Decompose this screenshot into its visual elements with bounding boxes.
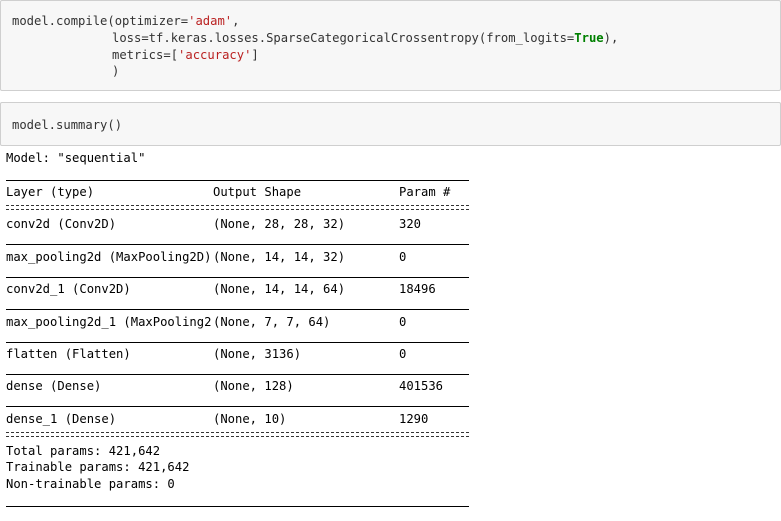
summary-code-line: model.summary() — [12, 117, 122, 133]
row-rule — [6, 374, 469, 375]
table-top-rule — [6, 180, 469, 181]
table-row-layer: conv2d_1 (Conv2D) — [6, 282, 131, 296]
compile-line-3-suffix: ] — [251, 48, 259, 62]
table-bottom-rule — [6, 506, 469, 507]
header-output-shape: Output Shape — [213, 185, 302, 199]
compile-metrics-value: 'accuracy' — [178, 48, 252, 62]
row-rule — [6, 342, 469, 343]
table-row-params: 1290 — [399, 412, 429, 426]
table-row-layer: max_pooling2d_1 (MaxPooling2 — [6, 315, 212, 329]
model-name-line: Model: "sequential" — [6, 151, 146, 165]
compile-line-2-suffix: ), — [603, 31, 619, 45]
table-row-shape: (None, 128) — [213, 379, 294, 393]
summary-code-cell[interactable]: model.summary() — [0, 102, 781, 146]
header-layer: Layer (type) — [6, 185, 95, 199]
compile-line-1-suffix: , — [232, 14, 240, 28]
table-row-params: 18496 — [399, 282, 436, 296]
compile-loss-prefix: loss=tf.keras.losses.SparseCategoricalCr… — [112, 31, 575, 45]
row-rule — [6, 244, 469, 245]
trainable-params: Trainable params: 421,642 — [6, 460, 190, 474]
table-row-shape: (None, 14, 14, 32) — [213, 250, 346, 264]
table-row-shape: (None, 3136) — [213, 347, 302, 361]
header-double-rule — [6, 205, 469, 210]
compile-metrics-prefix: metrics=[ — [112, 48, 179, 62]
compile-optimizer-value: 'adam' — [188, 14, 233, 28]
table-row-params: 0 — [399, 347, 407, 361]
compile-line-3: metrics=['accuracy'] — [112, 47, 259, 63]
header-params: Param # — [399, 185, 451, 199]
table-row-layer: dense (Dense) — [6, 379, 102, 393]
summary-call: model.summary — [12, 118, 108, 132]
table-row-layer: conv2d (Conv2D) — [6, 217, 117, 231]
compile-from-logits-value: True — [574, 31, 604, 45]
table-row-shape: (None, 7, 7, 64) — [213, 315, 331, 329]
table-row-shape: (None, 10) — [213, 412, 287, 426]
table-row-shape: (None, 14, 14, 64) — [213, 282, 346, 296]
table-row-layer: flatten (Flatten) — [6, 347, 131, 361]
compile-line-4: ) — [112, 64, 120, 78]
table-row-layer: max_pooling2d (MaxPooling2D) — [6, 250, 212, 264]
table-row-params: 0 — [399, 315, 407, 329]
compile-line-1: model.compile(optimizer='adam', — [12, 13, 239, 29]
row-rule — [6, 406, 469, 407]
row-rule — [6, 309, 469, 310]
table-row-params: 320 — [399, 217, 422, 231]
summary-parens: () — [107, 118, 123, 132]
total-params: Total params: 421,642 — [6, 444, 161, 458]
table-row-layer: dense_1 (Dense) — [6, 412, 117, 426]
row-rule — [6, 277, 469, 278]
table-row-shape: (None, 28, 28, 32) — [213, 217, 346, 231]
compile-line-2: loss=tf.keras.losses.SparseCategoricalCr… — [112, 30, 618, 46]
table-row-params: 401536 — [399, 379, 444, 393]
footer-double-rule — [6, 432, 469, 437]
table-row-params: 0 — [399, 250, 407, 264]
compile-code-cell[interactable]: model.compile(optimizer='adam', loss=tf.… — [0, 0, 781, 91]
non-trainable-params: Non-trainable params: 0 — [6, 477, 175, 491]
compile-optimizer-prefix: model.compile(optimizer= — [12, 14, 189, 28]
